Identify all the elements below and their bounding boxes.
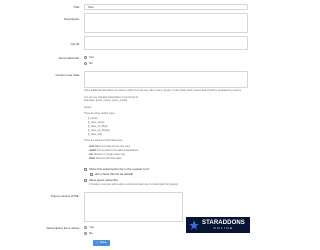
custom-user-data-textarea[interactable] xyxy=(84,71,248,88)
default-types-heading: There are three default types: xyxy=(84,112,116,115)
active-yes[interactable]: Yes xyxy=(84,225,94,230)
advanced-type-desc: Basic text input for free text entry. xyxy=(95,145,131,148)
active-no[interactable]: No xyxy=(84,231,93,236)
advanced-types-heading: There are advanced field data types: xyxy=(84,139,123,142)
advanced-type-item: - float: Numeric with float value. xyxy=(88,157,123,161)
send-subscribe-label: Send subscribe: xyxy=(58,56,80,60)
type-item: [f_value_link] xyxy=(88,133,102,136)
logo-text: STARADDONS ONLINE xyxy=(202,220,245,230)
send-subscribe-no-label: No xyxy=(89,61,93,65)
radio-no-icon xyxy=(84,232,87,236)
allow-guest-hint: If checked, everyone will be able to sub… xyxy=(89,183,179,186)
active-label: Subscription list is active: xyxy=(46,226,80,230)
subscription-list-form: Title: Test Description: List ID: Send s… xyxy=(0,0,255,250)
advanced-type-key: - email: xyxy=(88,149,97,152)
active-no-label: No xyxy=(89,231,93,235)
title-label: Title: xyxy=(73,5,80,9)
description-label: Description: xyxy=(64,17,80,21)
popup-content-label: Popup content HTML: xyxy=(50,194,80,198)
description-textarea[interactable] xyxy=(84,13,248,33)
custom-data-hint-1: Some additional information you want to … xyxy=(84,89,242,92)
send-subscribe-yes-label: Yes xyxy=(89,55,94,59)
radio-yes-icon xyxy=(84,226,87,230)
radio-yes-icon xyxy=(84,56,87,60)
checkbox-icon xyxy=(84,168,87,172)
logo-subtitle: ONLINE xyxy=(213,226,234,230)
syntax-heading: Syntax: xyxy=(84,106,92,109)
check-as-default-checkbox[interactable]: also check this list as default xyxy=(90,172,134,177)
title-value: Test xyxy=(88,5,94,9)
send-subscribe-yes[interactable]: Yes xyxy=(84,55,94,60)
custom-data-hint-3: Examples: {{user_name}}, {{user_email}} xyxy=(84,99,128,102)
custom-user-data-label: Custom user data: xyxy=(55,73,80,77)
save-icon: ✓ xyxy=(96,240,99,245)
advanced-type-desc: Text is tested to be valid email address… xyxy=(97,149,139,152)
checkbox-icon xyxy=(84,179,87,183)
advanced-type-key: - int: xyxy=(88,153,94,156)
advanced-type-key: - text: xyxy=(88,145,95,148)
check-as-default-label: also check this list as default xyxy=(95,172,134,176)
save-button-label: Save xyxy=(99,240,107,245)
checkbox-icon xyxy=(90,173,93,177)
popup-content-textarea[interactable] xyxy=(84,192,183,222)
star-logo-icon xyxy=(189,220,199,230)
send-subscribe-no[interactable]: No xyxy=(84,61,93,66)
staraddons-logo: STARADDONS ONLINE xyxy=(186,217,250,233)
advanced-type-desc: Numeric or integer value only. xyxy=(93,153,126,156)
save-button[interactable]: ✓ Save xyxy=(93,240,110,246)
active-yes-label: Yes xyxy=(89,225,94,229)
advanced-type-key: - float: xyxy=(88,157,96,160)
list-id-label: List ID: xyxy=(70,42,80,46)
title-input[interactable]: Test xyxy=(84,4,248,10)
radio-no-icon xyxy=(84,62,87,66)
advanced-type-desc: Numeric with float value. xyxy=(95,157,123,160)
list-id-input[interactable] xyxy=(84,36,248,50)
